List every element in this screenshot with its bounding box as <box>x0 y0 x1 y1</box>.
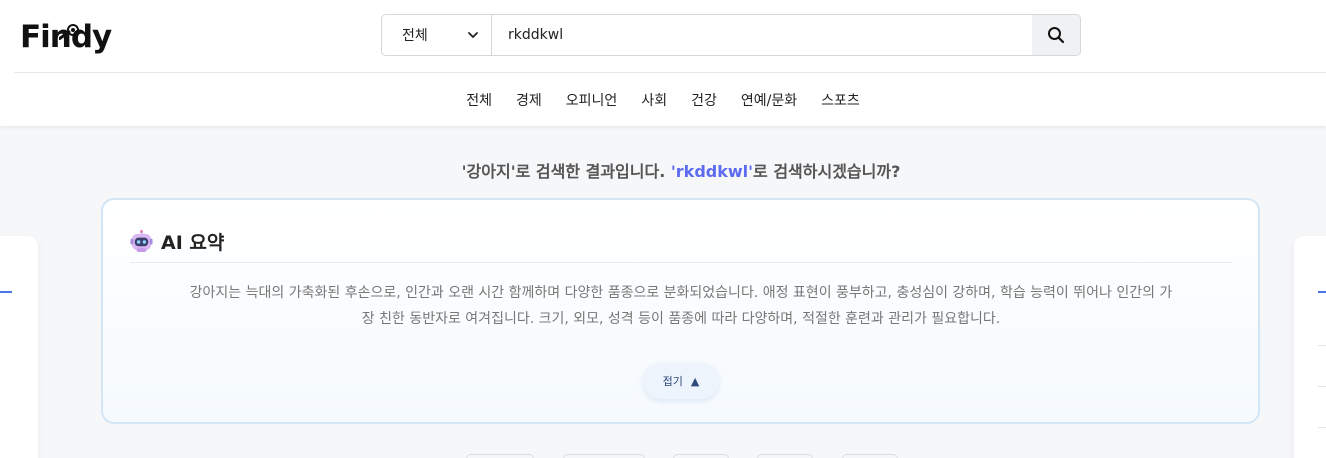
nav-item-health[interactable]: 건강 <box>679 90 729 110</box>
ai-summary-line: 장 친한 동반자로 여겨집니다. 크기, 외모, 성격 등이 품종에 따라 다양… <box>361 311 1001 327</box>
collapse-button[interactable]: 접기 ▲ <box>643 363 719 399</box>
ai-summary-title: AI 요약 <box>161 232 225 254</box>
right-side-rows <box>1318 345 1326 458</box>
nav-item-society[interactable]: 사회 <box>629 90 679 110</box>
ai-summary-line: 강아지는 늑대의 가축화된 후손으로, 인간과 오랜 시간 함께하며 다양한 품… <box>189 285 1173 301</box>
chevron-down-icon <box>468 32 478 38</box>
left-side-card[interactable] <box>0 236 38 458</box>
ai-summary-card: AI 요약 강아지는 늑대의 가축화된 후손으로, 인간과 오랜 시간 함께하며… <box>101 198 1260 424</box>
antenna-icon <box>59 24 79 40</box>
ai-summary-divider <box>130 262 1232 263</box>
filter-pill[interactable] <box>757 454 813 458</box>
nav-item-economy[interactable]: 경제 <box>504 90 554 110</box>
search-correction-notice: '강아지'로 검색한 결과입니다. 'rkddkwl'로 검색하시겠습니까? <box>0 158 1326 182</box>
ai-summary-text: 강아지는 늑대의 가축화된 후손으로, 인간과 오랜 시간 함께하며 다양한 품… <box>130 280 1232 332</box>
nav-item-entertainment[interactable]: 연예/문화 <box>729 90 809 110</box>
category-nav: 전체 경제 오피니언 사회 건강 연예/문화 스포츠 <box>0 73 1326 126</box>
filter-pill[interactable] <box>842 454 898 458</box>
notice-text: 로 검색한 결과입니다. <box>515 162 671 181</box>
collapse-label: 접기 <box>662 375 683 388</box>
robot-icon <box>130 230 153 253</box>
filter-pill[interactable] <box>466 454 534 458</box>
corrected-keyword: 강아지 <box>466 162 511 181</box>
right-side-accent <box>1318 291 1326 293</box>
original-keyword: rkddkwl <box>675 162 749 181</box>
search-category-select[interactable]: 전체 <box>382 15 492 55</box>
filter-pill[interactable] <box>563 454 645 458</box>
search-button[interactable] <box>1032 15 1080 55</box>
nav-item-all[interactable]: 전체 <box>454 90 504 110</box>
notice-text-suffix: 로 검색하시겠습니까? <box>753 162 901 181</box>
ai-summary-header: AI 요약 <box>130 228 224 255</box>
logo[interactable]: Findy <box>20 12 112 62</box>
original-keyword-link[interactable]: 'rkddkwl' <box>671 162 753 181</box>
filter-pill[interactable] <box>673 454 729 458</box>
search-category-value: 전체 <box>402 28 428 44</box>
left-side-accent <box>0 291 12 293</box>
search-input[interactable] <box>492 15 1032 55</box>
search-icon <box>1048 27 1065 44</box>
triangle-up-icon: ▲ <box>690 374 700 388</box>
nav-item-opinion[interactable]: 오피니언 <box>554 90 630 110</box>
nav-item-sports[interactable]: 스포츠 <box>809 90 872 110</box>
search-bar: 전체 <box>381 14 1081 56</box>
header: Findy 전체 전체 경제 오피니언 사회 건강 연예/문화 스포츠 <box>0 0 1326 126</box>
